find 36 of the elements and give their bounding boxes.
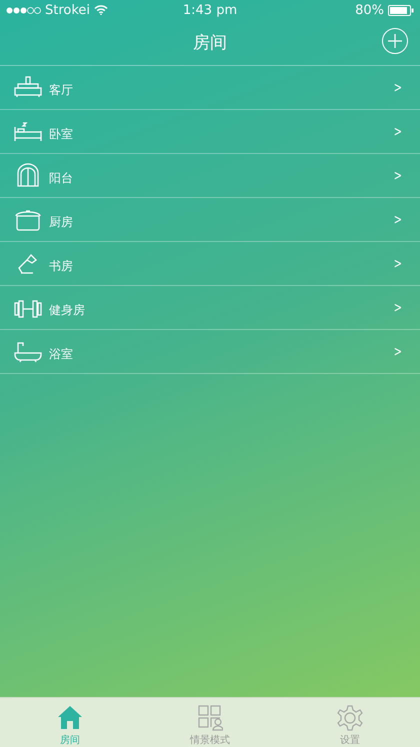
chevron-icon: > (394, 168, 402, 184)
chevron-icon: > (394, 212, 402, 228)
battery-icon (388, 4, 414, 16)
room-name: 浴室 (49, 346, 74, 363)
tab-item[interactable]: 设置 (280, 698, 420, 747)
room-row[interactable]: 客厅 > (0, 66, 420, 110)
room-name: 卧室 (49, 126, 74, 143)
room-name: 阳台 (49, 170, 74, 187)
room-row[interactable]: 厨房 > (0, 198, 420, 242)
scenes-icon (197, 705, 223, 731)
chevron-icon: > (394, 124, 402, 140)
battery-percent: 80% (355, 2, 384, 18)
room-row[interactable]: 卧室 > (0, 110, 420, 154)
room-row[interactable]: 浴室 > (0, 330, 420, 374)
wifi-icon (94, 5, 108, 15)
room-row[interactable]: 书房 > (0, 242, 420, 286)
clock-time: 1:43 pm (182, 2, 238, 18)
chevron-icon: > (394, 300, 402, 316)
room-row[interactable]: 阳台 > (0, 154, 420, 198)
house-icon (57, 705, 83, 731)
chevron-icon: > (394, 80, 402, 96)
add-button[interactable] (382, 28, 408, 54)
tab-item[interactable]: 房间 (0, 698, 140, 747)
room-name: 厨房 (49, 214, 74, 231)
room-name: 健身房 (49, 302, 86, 319)
page-title: 房间 (193, 32, 227, 54)
signal-icon (6, 6, 41, 14)
carrier-name: Strokei (45, 2, 90, 18)
chevron-icon: > (394, 256, 402, 272)
gear-icon (337, 705, 363, 731)
plus-icon (387, 33, 403, 49)
chevron-icon: > (394, 344, 402, 360)
room-name: 客厅 (49, 82, 74, 99)
room-row[interactable]: 健身房 > (0, 286, 420, 330)
tab-item[interactable]: 情景模式 (140, 698, 280, 747)
room-name: 书房 (49, 258, 74, 275)
